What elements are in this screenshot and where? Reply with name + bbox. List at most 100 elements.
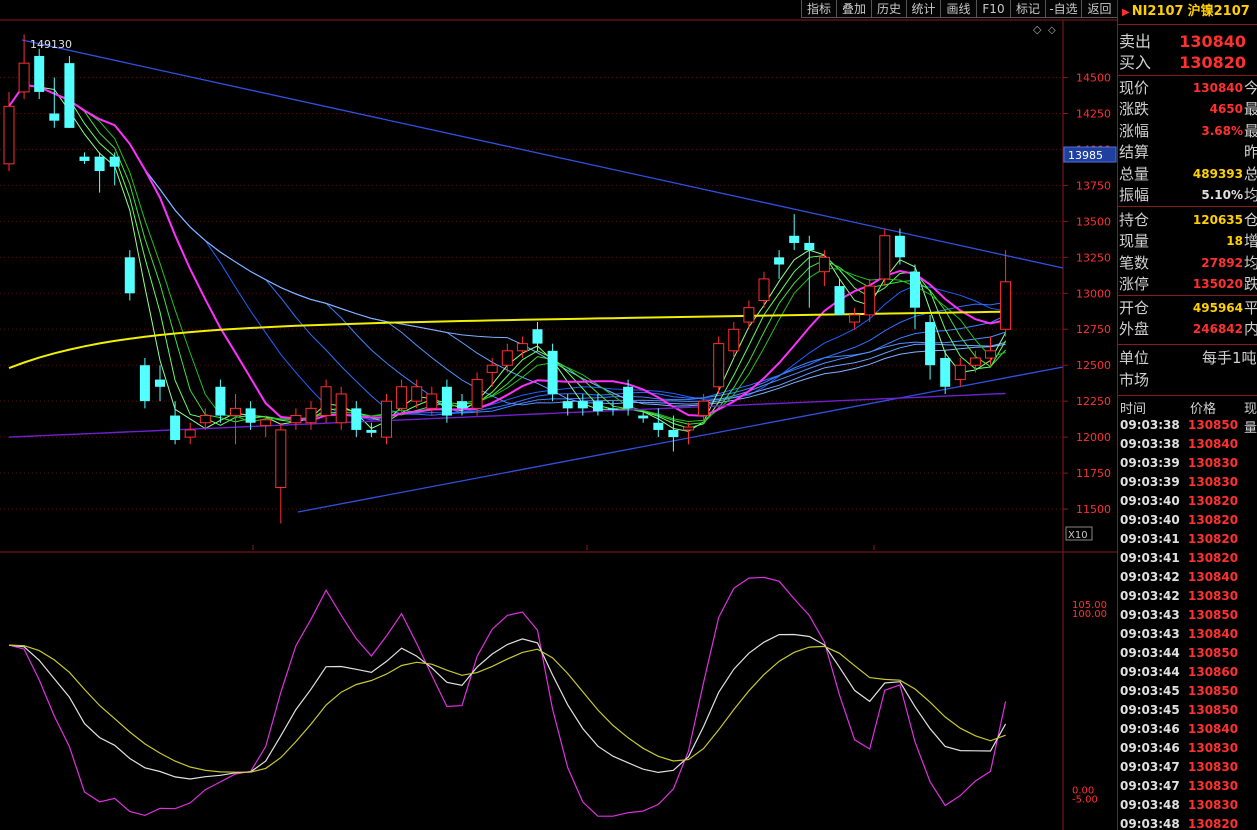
tick-row: 09:03:47 130830	[1118, 777, 1257, 796]
candle-body	[109, 156, 120, 167]
market-row: 市场	[1118, 370, 1257, 391]
candle-body	[381, 400, 392, 438]
axis-label: 13250	[1076, 251, 1111, 264]
mark-button[interactable]: 标记	[1010, 0, 1045, 18]
tick-price: 130840	[1188, 627, 1239, 641]
tick-price: 130830	[1188, 760, 1239, 774]
axis-label: 14250	[1076, 107, 1111, 120]
x10-badge[interactable]: X10	[1065, 526, 1093, 541]
quote-row-label: 现量	[1119, 232, 1150, 251]
candle-body	[260, 419, 272, 427]
tick-row: 09:03:44 130850	[1118, 644, 1257, 663]
play-triangle-icon: ▶	[1122, 7, 1130, 18]
quote-row-value: 246842	[1192, 322, 1243, 337]
candle	[713, 336, 725, 394]
candle-body	[290, 415, 302, 424]
osc-axis-label: -5.00	[1072, 795, 1098, 806]
instrument-name: 沪镍2107	[1187, 4, 1250, 19]
candle-body	[562, 401, 573, 409]
tick-row: 09:03:45 130850	[1118, 682, 1257, 701]
tick-price: 130830	[1188, 798, 1239, 812]
candle-body	[592, 401, 603, 412]
quote-row-label: 涨跌	[1119, 100, 1150, 119]
tick-price: 130850	[1188, 703, 1239, 717]
candle-body	[940, 358, 951, 387]
tick-row: 09:03:46 130830	[1118, 739, 1257, 758]
tick-time: 09:03:44	[1120, 665, 1180, 679]
candle-body	[925, 322, 936, 366]
tick-time: 09:03:45	[1120, 684, 1180, 698]
ticks-header: 时间 价格 现量	[1118, 396, 1257, 436]
candle-body	[910, 271, 920, 308]
tick-row: 09:03:43 130840	[1118, 625, 1257, 644]
tick-row: 09:03:39 130830	[1118, 473, 1257, 492]
draw-line-button[interactable]: 画线	[940, 0, 976, 18]
f10-button[interactable]: F10	[976, 0, 1010, 18]
candle-body	[64, 63, 75, 128]
candle	[34, 48, 45, 100]
candle-body	[879, 235, 891, 280]
quote-row-label2: 均笔	[1244, 253, 1257, 274]
tick-price: 130840	[1188, 722, 1239, 736]
sell-label: 卖出	[1119, 32, 1152, 51]
candle-body	[577, 401, 588, 409]
quote-row-label2: 仓差	[1244, 210, 1257, 231]
chart-background	[0, 0, 1117, 830]
candle-body	[864, 285, 876, 316]
candle-body	[79, 156, 90, 161]
candle-body	[275, 429, 287, 488]
unit-label: 单位	[1119, 349, 1150, 367]
tick-time: 09:03:39	[1120, 475, 1180, 489]
candle-body	[184, 429, 196, 438]
tick-price: 130850	[1188, 418, 1239, 432]
candle-body	[396, 386, 408, 409]
candle-body	[818, 256, 830, 273]
candle-body	[245, 408, 256, 423]
tick-row: 09:03:48 130820	[1118, 815, 1257, 830]
candle-body	[532, 329, 543, 344]
quote-row-label: 现价	[1119, 79, 1150, 97]
quote-row-label2: 均价	[1244, 185, 1257, 206]
instrument-title[interactable]: ▶ NI2107 沪镍2107	[1118, 0, 1257, 24]
remove-watchlist-button[interactable]: -自选	[1045, 0, 1081, 18]
candle-body	[139, 365, 150, 402]
tick-time: 09:03:46	[1120, 722, 1180, 736]
diamond-icon[interactable]: ◇	[1033, 23, 1042, 36]
tick-time: 09:03:38	[1120, 437, 1180, 451]
candle-body	[638, 415, 649, 419]
tick-list[interactable]: 09:03:38 130850 09:03:38 130840 09:03:39 1308…	[1118, 416, 1257, 830]
quote-row: 振幅 5.10%均价	[1118, 185, 1257, 206]
instrument-code: NI2107	[1131, 4, 1184, 19]
tick-price: 130830	[1188, 779, 1239, 793]
buy-price-row: 买入 130820	[1118, 52, 1257, 73]
ticks-header-time: 时间	[1120, 402, 1147, 417]
candle-body	[457, 401, 467, 409]
axis-label: 12750	[1076, 323, 1111, 336]
tick-price: 130820	[1188, 513, 1239, 527]
candle-body	[894, 235, 905, 258]
indicator-button[interactable]: 指标	[801, 0, 836, 18]
current-price-tag-text: 13985	[1068, 149, 1103, 162]
statistics-button[interactable]: 统计	[906, 0, 940, 18]
candle-body	[335, 393, 347, 424]
quote-row-label2: 最低	[1244, 121, 1257, 142]
tick-price: 130860	[1188, 665, 1239, 679]
diamond-small-icon[interactable]: ◇	[1048, 25, 1056, 36]
candle-body	[411, 386, 423, 402]
tick-row: 09:03:39 130830	[1118, 454, 1257, 473]
axis-label: 13000	[1076, 287, 1111, 300]
overlay-button[interactable]: 叠加	[836, 0, 871, 18]
candle-body	[426, 393, 438, 409]
candle-body	[94, 156, 105, 172]
candle-body	[501, 350, 513, 366]
candle-body	[516, 343, 528, 352]
back-button[interactable]: 返回	[1081, 0, 1117, 18]
axis-label: 11750	[1076, 467, 1111, 480]
history-button[interactable]: 历史	[871, 0, 906, 18]
candle-body	[486, 364, 498, 373]
kline-chart[interactable]: 1450014250140001375013500132501300012750…	[0, 0, 1117, 830]
candle-body	[124, 257, 135, 294]
tick-row: 09:03:46 130840	[1118, 720, 1257, 739]
tick-row: 09:03:48 130830	[1118, 796, 1257, 815]
axis-label: 12500	[1076, 359, 1111, 372]
